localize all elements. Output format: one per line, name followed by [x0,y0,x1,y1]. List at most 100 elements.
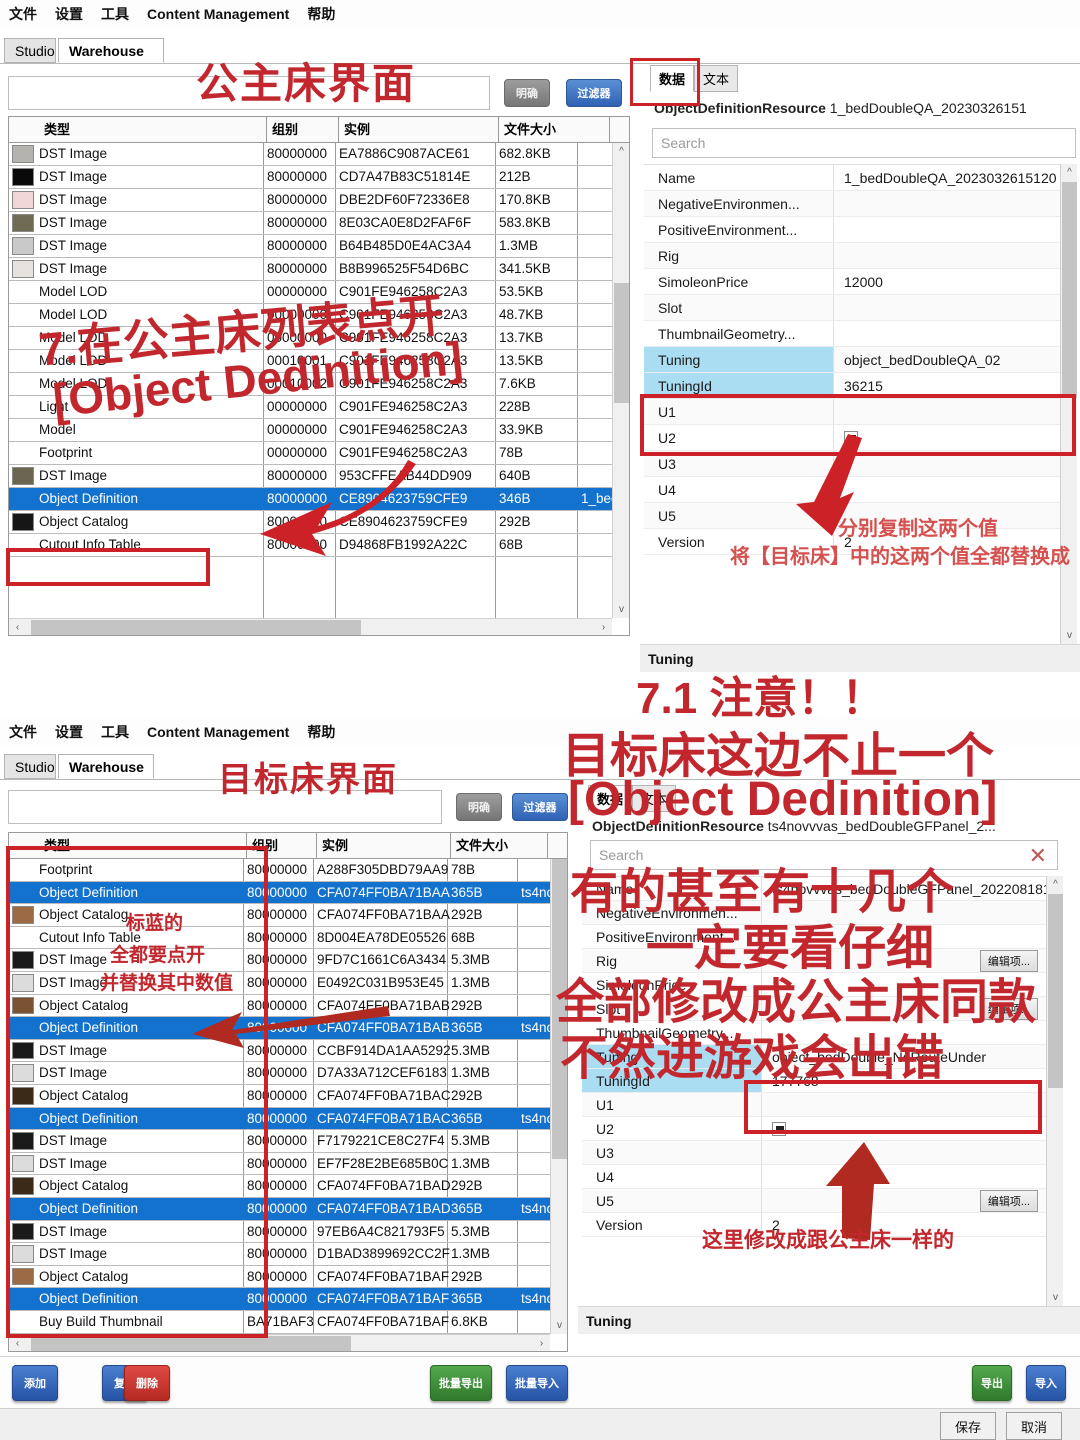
table-row[interactable]: Model 00000000 C901FE946258C2A3 33.9KB [9,419,629,442]
table-row[interactable]: DST Image 80000000 E0492C031B953E45 1.3MB [9,972,567,995]
table-row[interactable]: DST Image 80000000 D7A33A712CEF6183 1.3MB [9,1062,567,1085]
table-row[interactable]: DST Image 80000000 97EB6A4C821793F5 5.3MB [9,1221,567,1244]
scroll-left-icon[interactable]: ‹ [9,619,26,635]
export-button[interactable]: 导出 [972,1365,1012,1401]
batch-export-button[interactable]: 批量导出 [430,1365,492,1401]
property-row[interactable]: U3 [644,451,1060,477]
property-value[interactable] [844,243,1040,268]
bottom-menubar[interactable]: 文件 设置 工具 Content Management 帮助 [0,718,1080,746]
top-filter-button[interactable]: 过滤器 [566,79,622,107]
property-value[interactable] [772,1141,1026,1164]
property-value[interactable]: object_bedDoubleQA_02 [844,347,1040,372]
property-row[interactable]: U2 [582,1117,1046,1141]
grid-column-header[interactable]: 实例 [339,117,499,142]
table-row[interactable]: DST Image 80000000 F7179221CE8C27F4 5.3MB [9,1130,567,1153]
add-button[interactable]: 添加 [12,1365,58,1401]
table-row[interactable]: Object Catalog 80000000 CFA074FF0BA71BAC 29… [9,1085,567,1108]
scroll-down-icon[interactable]: v [613,601,629,618]
table-row[interactable]: DST Image 80000000 8E03CA0E8D2FAF6F 583.8KB [9,212,629,235]
table-row[interactable]: Object Catalog 80000000 CFA074FF0BA71BAA 29… [9,904,567,927]
table-row[interactable]: DST Image 80000000 B64B485D0E4AC3A4 1.3MB [9,235,629,258]
property-row[interactable]: Version 2 [644,529,1060,555]
property-value[interactable] [844,321,1040,346]
property-row[interactable]: NegativeEnvironmen... [644,191,1060,217]
table-row[interactable]: Model LOD 00000000 C901FE946258C2A3 13.7KB [9,327,629,350]
grid-vertical-scrollbar[interactable]: ^v [612,143,629,618]
top-filter-input[interactable] [8,76,490,110]
prop-scroll-down-icon[interactable]: v [1047,1289,1064,1306]
prop-vscroll-thumb[interactable] [1048,894,1063,1088]
property-row[interactable]: Tuning object_bedDoubleQA_02 [644,347,1060,373]
property-value[interactable]: 177768 [772,1069,1026,1092]
property-value[interactable]: object_bedDouble_NoRouteUnder [772,1045,1026,1068]
save-button[interactable]: 保存 [940,1412,996,1440]
checkbox-icon[interactable] [844,430,858,445]
property-row[interactable]: Name ts4novvvas_bedDoubleGFPanel_20220818… [582,877,1046,901]
grid-column-header[interactable]: 文件大小 [499,117,610,142]
top-resource-grid[interactable]: 类型 组别 实例 文件大小 DST Image 80000000 EA7886C9087AC… [8,116,630,636]
property-row[interactable]: U4 [582,1165,1046,1189]
grid-column-header[interactable]: 组别 [247,833,317,858]
property-row[interactable]: NegativeEnvironmen... [582,901,1046,925]
scroll-left-icon[interactable]: ‹ [9,1335,26,1351]
table-row[interactable]: Model LOD 00000000 C901FE946258C2A3 48.7KB [9,304,629,327]
property-row[interactable]: Slot 编辑项... [582,997,1046,1021]
property-row[interactable]: U5 [644,503,1060,529]
property-row[interactable]: Version 2 [582,1213,1046,1237]
table-row[interactable]: Buy Build Thumbnail BA71BAF3 CFA074FF0BA71… [9,1311,567,1334]
property-value[interactable] [844,451,1040,476]
table-row[interactable]: DST Image 80000000 CCBF914DA1AA5292 5.3MB [9,1040,567,1063]
property-row[interactable]: U4 [644,477,1060,503]
property-row[interactable]: U5 编辑项... [582,1189,1046,1213]
menu-item-tools-2[interactable]: 工具 [92,722,138,742]
property-value[interactable] [844,217,1040,242]
property-value[interactable]: 36215 [844,373,1040,398]
property-row[interactable]: U3 [582,1141,1046,1165]
import-button[interactable]: 导入 [1026,1365,1066,1401]
bottom-property-panel[interactable]: 数据 文本 ObjectDefinitionResource ts4novvvas_… [578,784,1080,1352]
prop-tab-text[interactable]: 文本 [694,65,739,92]
property-value[interactable]: 12000 [844,269,1040,294]
property-row[interactable]: PositiveEnvironment... [644,217,1060,243]
prop-tab-text[interactable]: 文本 [632,785,677,812]
property-row[interactable]: SimoleonPrice 1 [582,973,1046,997]
grid-column-header[interactable]: 实例 [317,833,451,858]
property-value[interactable] [772,1021,1026,1044]
property-row[interactable]: Name 1_bedDoubleQA_2023032615120 [644,165,1060,191]
table-row[interactable]: DST Image 80000000 D1BAD3899692CC2F 1.3MB [9,1243,567,1266]
property-row[interactable]: ThumbnailGeometry... [644,321,1060,347]
table-row[interactable]: Footprint 00000000 C901FE946258C2A3 78B [9,442,629,465]
property-value[interactable] [844,425,1040,450]
scroll-down-icon[interactable]: v [551,1317,567,1334]
grid-column-header[interactable]: 类型 [39,833,247,858]
scroll-right-icon[interactable]: › [533,1335,550,1351]
checkbox-icon[interactable] [772,1121,786,1136]
table-row[interactable]: DST Image 80000000 B8B996525F54D6BC 341.5KB [9,258,629,281]
bottom-resource-grid[interactable]: 类型 组别 实例 文件大小 Footprint 80000000 A288F305DBD79… [8,832,568,1352]
menu-item-file-2[interactable]: 文件 [0,722,46,742]
table-row[interactable]: Model LOD 00010002 C901FE946258C2A3 7.6KB [9,373,629,396]
grid-vertical-scrollbar[interactable]: ^v [550,859,567,1334]
table-row[interactable]: DST Image 80000000 CD7A47B83C51814E 212B [9,166,629,189]
tab-warehouse-2[interactable]: Warehouse [58,754,154,779]
table-row[interactable]: Object Catalog 80000000 CE8904623759CFE9 29… [9,511,629,534]
top-clear-button[interactable]: 明确 [504,79,550,107]
table-row[interactable]: DST Image 80000000 EF7F28E2BE685B0C 1.3MB [9,1153,567,1176]
prop-vertical-scrollbar[interactable]: ^ v [1046,876,1063,1306]
property-row[interactable]: Slot [644,295,1060,321]
grid-hscroll-thumb[interactable] [31,1336,351,1351]
table-row[interactable]: DST Image 80000000 EA7886C9087ACE61 682.8KB [9,143,629,166]
table-row[interactable]: Object Definition 80000000 CFA074FF0BA71BA… [9,881,567,905]
property-value[interactable] [772,1117,1026,1140]
property-row[interactable]: Tuning object_bedDouble_NoRouteUnder [582,1045,1046,1069]
table-row[interactable]: Object Definition 80000000 CE8904623759CFE… [9,488,629,511]
property-value[interactable] [772,1165,1026,1188]
property-row[interactable]: PositiveEnvironment... [582,925,1046,949]
property-value[interactable]: 1_bedDoubleQA_2023032615120 [844,165,1057,190]
property-value[interactable] [844,503,1040,528]
table-row[interactable]: Object Definition 80000000 CFA074FF0BA71BA… [9,1107,567,1131]
close-icon[interactable]: ✕ [1029,843,1047,869]
edit-item-button[interactable]: 编辑项... [980,1190,1038,1212]
menu-item-help-2[interactable]: 帮助 [298,722,344,742]
prop-vscroll-thumb[interactable] [1062,182,1077,398]
